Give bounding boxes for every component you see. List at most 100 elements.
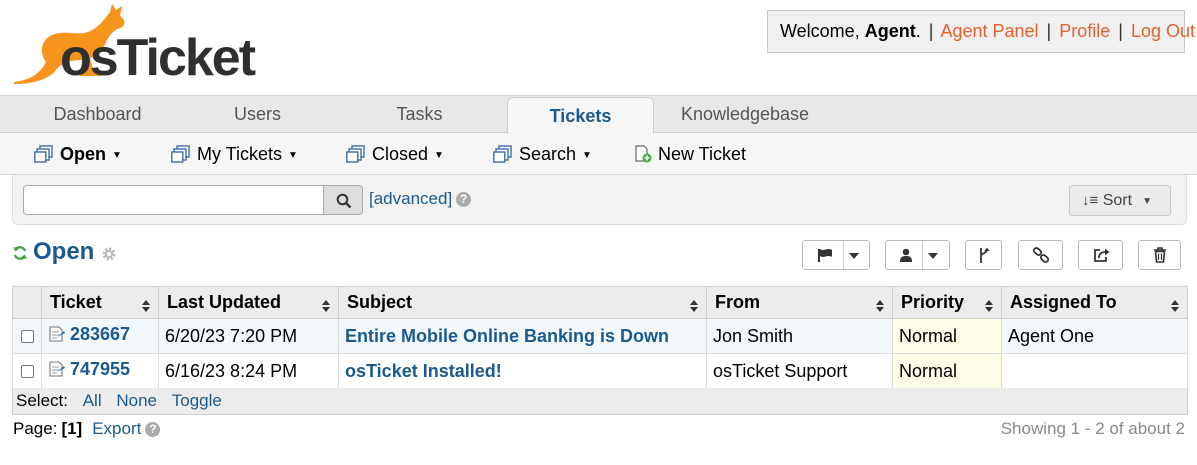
column-header-assigned-to[interactable]: Assigned To bbox=[1001, 286, 1188, 319]
page-label: Page: bbox=[13, 419, 58, 438]
agent-panel-link[interactable]: Agent Panel bbox=[940, 21, 1038, 41]
select-column-header bbox=[12, 286, 42, 319]
advanced-search-link[interactable]: [advanced] bbox=[369, 189, 452, 208]
subject-cell: osTicket Installed! bbox=[338, 353, 707, 389]
refresh-icon[interactable] bbox=[12, 245, 28, 261]
sort-icon bbox=[690, 296, 698, 317]
row-checkbox[interactable] bbox=[20, 364, 34, 378]
logout-link[interactable]: Log Out bbox=[1131, 21, 1195, 41]
sub-nav: Open ▼ My Tickets ▼ Closed ▼ Search ▼ New Ti… bbox=[0, 132, 1197, 175]
subnav-closed[interactable]: Closed ▼ bbox=[346, 133, 444, 175]
subject-link[interactable]: osTicket Installed! bbox=[345, 361, 502, 381]
current-page[interactable]: [1] bbox=[61, 419, 82, 438]
subnav-my-tickets-label: My Tickets bbox=[197, 144, 283, 164]
ticket-number: 747955 bbox=[70, 359, 131, 379]
column-label: Last Updated bbox=[167, 292, 282, 312]
column-header-last-updated[interactable]: Last Updated bbox=[158, 286, 339, 319]
new-ticket-button[interactable]: New Ticket bbox=[634, 133, 746, 175]
tab-users[interactable]: Users bbox=[180, 96, 335, 133]
export-link[interactable]: Export bbox=[92, 419, 141, 438]
welcome-suffix: . bbox=[915, 21, 921, 41]
row-select-cell bbox=[12, 318, 42, 354]
column-header-ticket[interactable]: Ticket bbox=[41, 286, 159, 319]
user-panel: Welcome, Agent. | Agent Panel | Profile … bbox=[767, 10, 1195, 53]
link-icon bbox=[1032, 247, 1050, 263]
subject-link[interactable]: Entire Mobile Online Banking is Down bbox=[345, 326, 669, 346]
from-cell: Jon Smith bbox=[706, 318, 893, 354]
logo-text: osTicket bbox=[60, 29, 256, 87]
table-header-row: Ticket Last Updated Subject From Priorit… bbox=[12, 286, 1188, 319]
row-checkbox[interactable] bbox=[20, 329, 34, 343]
subnav-my-tickets[interactable]: My Tickets ▼ bbox=[171, 133, 298, 175]
tab-knowledgebase[interactable]: Knowledgebase bbox=[665, 96, 825, 133]
separator: | bbox=[1046, 21, 1052, 41]
assigned-to-cell bbox=[1001, 353, 1188, 389]
column-header-from[interactable]: From bbox=[706, 286, 893, 319]
sort-icon bbox=[1171, 296, 1179, 317]
sort-icon bbox=[985, 296, 993, 317]
ticket-icon bbox=[48, 360, 66, 383]
chevron-down-icon: ▼ bbox=[1142, 196, 1152, 207]
subnav-open[interactable]: Open ▼ bbox=[34, 133, 122, 175]
tab-tickets[interactable]: Tickets bbox=[507, 97, 654, 134]
new-ticket-label: New Ticket bbox=[658, 144, 747, 164]
search-input[interactable] bbox=[23, 185, 323, 215]
help-icon[interactable]: ? bbox=[145, 422, 161, 437]
select-none-link[interactable]: None bbox=[116, 391, 157, 410]
flag-button[interactable] bbox=[802, 240, 870, 270]
tab-dashboard[interactable]: Dashboard bbox=[20, 96, 175, 133]
select-bar: Select: All None Toggle bbox=[12, 388, 1188, 415]
queue-icon bbox=[171, 136, 191, 178]
chevron-down-icon: ▼ bbox=[288, 150, 298, 161]
search-button[interactable] bbox=[323, 185, 363, 215]
ticket-link[interactable]: 283667 bbox=[48, 324, 130, 344]
merge-icon bbox=[980, 247, 990, 263]
tab-tasks[interactable]: Tasks bbox=[342, 96, 497, 133]
column-label: Ticket bbox=[50, 292, 102, 312]
welcome-prefix: Welcome, bbox=[780, 21, 865, 41]
search-bar: [advanced]? ↓≡ Sort ▼ bbox=[12, 175, 1187, 225]
column-label: Priority bbox=[901, 292, 965, 312]
sort-icon bbox=[322, 296, 330, 317]
table-row[interactable]: 747955 6/16/23 8:24 PM osTicket Installe… bbox=[12, 353, 1188, 389]
main-nav: Dashboard Users Tasks Tickets Knowledgeb… bbox=[0, 95, 1197, 134]
profile-link[interactable]: Profile bbox=[1059, 21, 1110, 41]
chevron-down-icon: ▼ bbox=[112, 150, 122, 161]
osticket-logo[interactable]: osTicket bbox=[10, 2, 265, 90]
select-toggle-link[interactable]: Toggle bbox=[172, 391, 222, 410]
trash-icon bbox=[1154, 247, 1166, 263]
search-icon bbox=[336, 193, 352, 209]
help-icon[interactable]: ? bbox=[456, 192, 472, 207]
priority-cell: Normal bbox=[892, 353, 1002, 389]
delete-button[interactable] bbox=[1138, 240, 1181, 270]
transfer-button[interactable] bbox=[1078, 240, 1123, 270]
row-select-cell bbox=[12, 353, 42, 389]
last-updated-cell: 6/16/23 8:24 PM bbox=[158, 353, 339, 389]
select-all-link[interactable]: All bbox=[83, 391, 102, 410]
ticket-link[interactable]: 747955 bbox=[48, 359, 130, 379]
results-count: Showing 1 - 2 of about 2 bbox=[1000, 419, 1185, 438]
share-icon bbox=[1094, 248, 1110, 262]
subnav-search[interactable]: Search ▼ bbox=[493, 133, 592, 175]
from-cell: osTicket Support bbox=[706, 353, 893, 389]
chevron-down-icon bbox=[928, 253, 938, 259]
priority-cell: Normal bbox=[892, 318, 1002, 354]
chevron-down-icon: ▼ bbox=[434, 150, 444, 161]
ticket-number-cell: 283667 bbox=[41, 318, 159, 354]
subnav-search-label: Search bbox=[519, 144, 577, 164]
gear-icon[interactable] bbox=[101, 246, 117, 262]
assign-button[interactable] bbox=[885, 240, 950, 270]
sort-icon: ↓≡ bbox=[1082, 192, 1099, 209]
page-title[interactable]: Open bbox=[33, 238, 94, 266]
sort-icon bbox=[876, 296, 884, 317]
link-button[interactable] bbox=[1018, 240, 1063, 270]
queue-icon bbox=[34, 136, 54, 178]
sort-button[interactable]: ↓≡ Sort ▼ bbox=[1069, 185, 1171, 216]
column-header-subject[interactable]: Subject bbox=[338, 286, 707, 319]
column-header-priority[interactable]: Priority bbox=[892, 286, 1002, 319]
merge-button[interactable] bbox=[965, 240, 1002, 270]
advanced-search: [advanced]? bbox=[369, 189, 472, 209]
table-row[interactable]: 283667 6/20/23 7:20 PM Entire Mobile Onl… bbox=[12, 318, 1188, 354]
column-label: From bbox=[715, 292, 760, 312]
ticket-number: 283667 bbox=[70, 324, 131, 344]
